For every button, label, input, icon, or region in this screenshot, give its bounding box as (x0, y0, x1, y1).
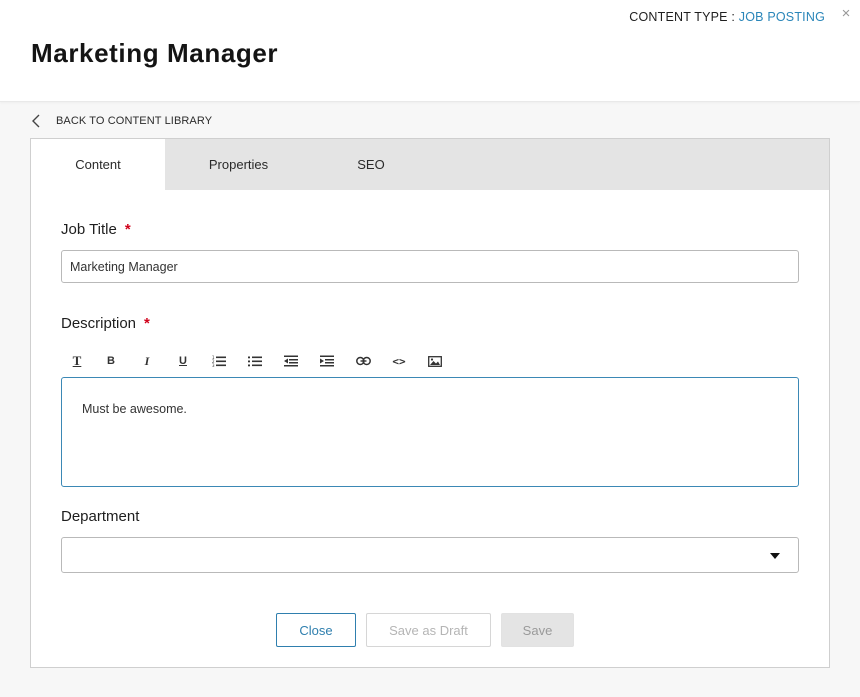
required-asterisk: * (124, 221, 131, 238)
save-as-draft-button[interactable]: Save as Draft (366, 613, 491, 647)
content-type-label: CONTENT TYPE : (629, 10, 739, 24)
job-title-label-text: Job Title (61, 221, 117, 238)
description-editor[interactable]: Must be awesome. (61, 377, 799, 487)
unordered-list-icon[interactable] (237, 347, 273, 375)
rich-text-toolbar: T B I U 123 <> (61, 345, 799, 377)
description-label: Description * (61, 315, 150, 332)
bold-icon[interactable]: B (93, 347, 129, 375)
outdent-icon[interactable] (273, 347, 309, 375)
text-style-icon[interactable]: T (61, 347, 93, 375)
required-asterisk: * (144, 315, 150, 332)
page-title: Marketing Manager (31, 38, 279, 68)
content-type-indicator: CONTENT TYPE : JOB POSTING (629, 10, 825, 24)
tab-bar: Content Properties SEO (31, 139, 829, 190)
save-button[interactable]: Save (501, 613, 574, 647)
svg-text:3: 3 (212, 363, 215, 367)
chevron-left-icon (32, 114, 40, 128)
tab-content[interactable]: Content (31, 139, 165, 190)
back-link-label: BACK TO CONTENT LIBRARY (56, 115, 213, 127)
italic-icon[interactable]: I (129, 347, 165, 375)
indent-icon[interactable] (309, 347, 345, 375)
department-label: Department (61, 508, 140, 525)
underline-icon[interactable]: U (165, 347, 201, 375)
back-to-library-link[interactable]: BACK TO CONTENT LIBRARY (31, 112, 212, 130)
image-icon[interactable] (417, 347, 453, 375)
page-header: Marketing Manager CONTENT TYPE : JOB POS… (0, 0, 860, 102)
tab-seo[interactable]: SEO (321, 139, 421, 190)
caret-down-icon (770, 553, 780, 559)
description-text: Must be awesome. (82, 402, 187, 416)
link-icon[interactable] (345, 347, 381, 375)
department-select[interactable] (61, 537, 799, 573)
content-editor-card: Content Properties SEO Job Title * Descri… (30, 138, 830, 668)
description-label-text: Description (61, 315, 137, 332)
code-icon[interactable]: <> (381, 347, 417, 375)
job-title-label: Job Title * (61, 221, 131, 238)
content-type-value: JOB POSTING (738, 10, 825, 24)
close-icon[interactable]: × (838, 5, 854, 23)
tab-properties[interactable]: Properties (171, 139, 306, 190)
close-button[interactable]: Close (276, 613, 356, 647)
ordered-list-icon[interactable]: 123 (201, 347, 237, 375)
job-title-input[interactable] (61, 250, 799, 283)
